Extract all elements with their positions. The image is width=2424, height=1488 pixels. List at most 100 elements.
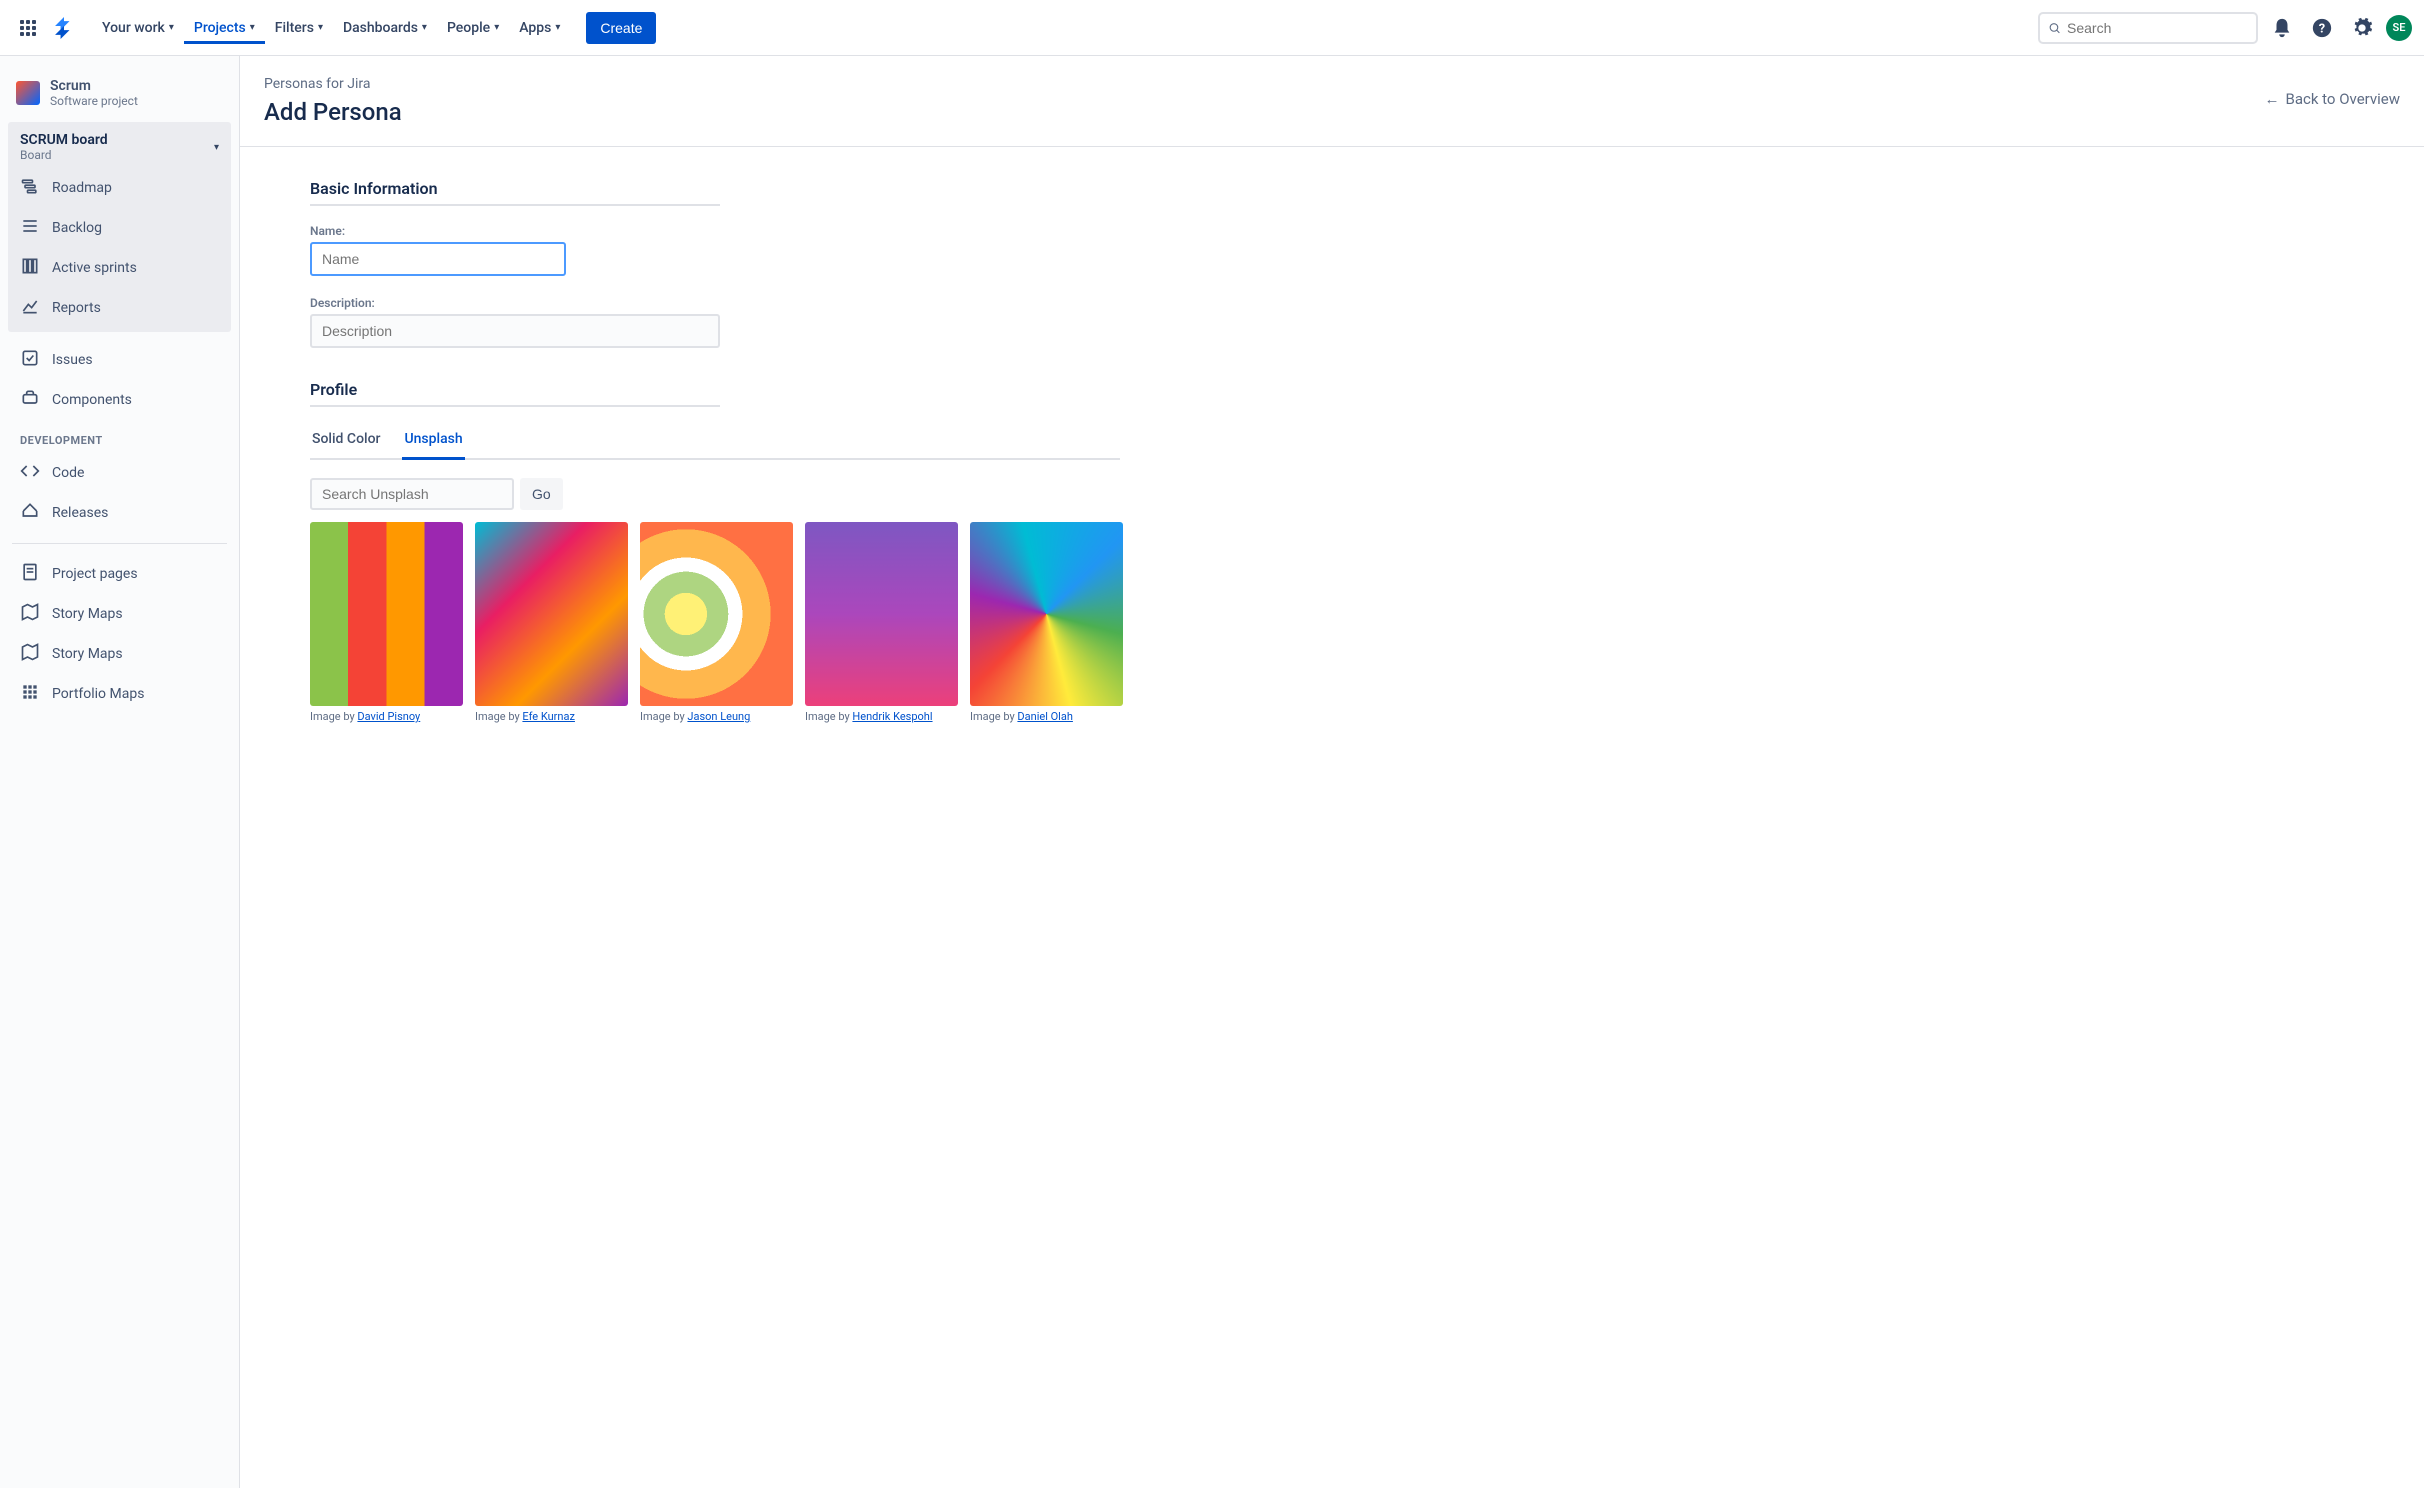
chevron-down-icon: ▾ (318, 22, 323, 33)
name-input[interactable] (310, 242, 566, 276)
sidebar-item-label: Code (52, 465, 84, 481)
name-label: Name: (310, 224, 1116, 238)
code-icon (20, 461, 40, 485)
settings-icon[interactable] (2346, 12, 2378, 44)
nav-apps[interactable]: Apps▾ (509, 12, 570, 44)
sidebar-item-label: Releases (52, 505, 108, 521)
board-selector[interactable]: SCRUM board Board ▾ (8, 126, 231, 168)
chevron-down-icon: ▾ (169, 22, 174, 33)
sidebar-item-label: Story Maps (52, 646, 123, 662)
image-thumbnail[interactable] (475, 522, 628, 706)
sidebar-item-active-sprints[interactable]: Active sprints (8, 248, 231, 288)
image-card: Image by Daniel Olah (970, 522, 1123, 723)
portfolio-maps-icon (20, 682, 40, 706)
sidebar-item-releases[interactable]: Releases (8, 493, 231, 533)
create-button[interactable]: Create (586, 12, 656, 44)
project-name: Scrum (50, 78, 138, 94)
reports-icon (20, 296, 40, 320)
sidebar-divider (12, 543, 227, 544)
sidebar-item-issues[interactable]: Issues (8, 340, 231, 380)
jira-logo-icon[interactable] (48, 12, 80, 44)
board-subtitle: Board (20, 148, 108, 162)
board-title: SCRUM board (20, 132, 108, 148)
story-maps-icon (20, 642, 40, 666)
sidebar-item-components[interactable]: Components (8, 380, 231, 420)
story-maps-icon (20, 602, 40, 626)
image-author-link[interactable]: David Pisnoy (357, 710, 420, 723)
image-credit: Image by Daniel Olah (970, 710, 1123, 723)
sidebar-item-label: Story Maps (52, 606, 123, 622)
issues-icon (20, 348, 40, 372)
sidebar-item-story-maps[interactable]: Story Maps (8, 634, 231, 674)
image-card: Image by Efe Kurnaz (475, 522, 628, 723)
unsplash-search-input[interactable] (310, 478, 514, 510)
image-thumbnail[interactable] (640, 522, 793, 706)
image-author-link[interactable]: Jason Leung (687, 710, 750, 723)
releases-icon (20, 501, 40, 525)
basic-information-heading: Basic Information (310, 179, 720, 206)
top-navigation: Your work▾Projects▾Filters▾Dashboards▾Pe… (0, 0, 2424, 56)
sidebar-item-portfolio-maps[interactable]: Portfolio Maps (8, 674, 231, 714)
app-switcher-icon[interactable] (12, 12, 44, 44)
development-section-label: DEVELOPMENT (8, 422, 231, 451)
chevron-down-icon: ▾ (250, 22, 255, 33)
help-icon[interactable]: ? (2306, 12, 2338, 44)
tab-solid-color[interactable]: Solid Color (310, 425, 382, 460)
svg-text:?: ? (2319, 21, 2325, 36)
project-type: Software project (50, 94, 138, 108)
nav-dashboards[interactable]: Dashboards▾ (333, 12, 437, 44)
image-thumbnail[interactable] (970, 522, 1123, 706)
sidebar-item-label: Portfolio Maps (52, 686, 144, 702)
project-header[interactable]: Scrum Software project (8, 72, 231, 114)
back-to-overview-link[interactable]: ← Back to Overview (2264, 76, 2400, 108)
image-author-link[interactable]: Efe Kurnaz (522, 710, 575, 723)
nav-people[interactable]: People▾ (437, 12, 509, 44)
sidebar-item-backlog[interactable]: Backlog (8, 208, 231, 248)
user-avatar[interactable]: SE (2386, 15, 2412, 41)
sidebar-item-label: Project pages (52, 566, 138, 582)
active-sprints-icon (20, 256, 40, 280)
chevron-down-icon: ▾ (494, 22, 499, 33)
sidebar-item-label: Components (52, 392, 132, 408)
image-thumbnail[interactable] (805, 522, 958, 706)
global-search[interactable] (2038, 12, 2258, 44)
nav-filters[interactable]: Filters▾ (265, 12, 333, 44)
sidebar-item-label: Backlog (52, 220, 102, 236)
sidebar-item-label: Reports (52, 300, 101, 316)
description-label: Description: (310, 296, 1116, 310)
notifications-icon[interactable] (2266, 12, 2298, 44)
sidebar-item-label: Issues (52, 352, 93, 368)
profile-tabs: Solid Color Unsplash (310, 425, 1120, 460)
image-credit: Image by Hendrik Kespohl (805, 710, 958, 723)
backlog-icon (20, 216, 40, 240)
sidebar-item-story-maps[interactable]: Story Maps (8, 594, 231, 634)
image-card: Image by David Pisnoy (310, 522, 463, 723)
arrow-left-icon: ← (2264, 90, 2279, 108)
image-author-link[interactable]: Hendrik Kespohl (852, 710, 932, 723)
project-pages-icon (20, 562, 40, 586)
image-author-link[interactable]: Daniel Olah (1017, 710, 1072, 723)
go-button[interactable]: Go (520, 478, 563, 510)
chevron-down-icon: ▾ (214, 142, 219, 153)
nav-your-work[interactable]: Your work▾ (92, 12, 184, 44)
profile-heading: Profile (310, 380, 720, 407)
breadcrumb[interactable]: Personas for Jira (264, 76, 402, 92)
tab-unsplash[interactable]: Unsplash (402, 425, 464, 460)
chevron-down-icon: ▾ (422, 22, 427, 33)
sidebar-item-roadmap[interactable]: Roadmap (8, 168, 231, 208)
search-input[interactable] (2067, 20, 2248, 36)
image-thumbnail[interactable] (310, 522, 463, 706)
nav-projects[interactable]: Projects▾ (184, 12, 265, 44)
search-icon (2048, 20, 2061, 36)
back-label: Back to Overview (2285, 90, 2400, 108)
page-title: Add Persona (264, 98, 402, 126)
sidebar-item-label: Roadmap (52, 180, 112, 196)
roadmap-icon (20, 176, 40, 200)
image-credit: Image by Efe Kurnaz (475, 710, 628, 723)
description-input[interactable] (310, 314, 720, 348)
image-credit: Image by David Pisnoy (310, 710, 463, 723)
sidebar: Scrum Software project SCRUM board Board… (0, 56, 240, 1488)
sidebar-item-code[interactable]: Code (8, 453, 231, 493)
sidebar-item-project-pages[interactable]: Project pages (8, 554, 231, 594)
sidebar-item-reports[interactable]: Reports (8, 288, 231, 328)
